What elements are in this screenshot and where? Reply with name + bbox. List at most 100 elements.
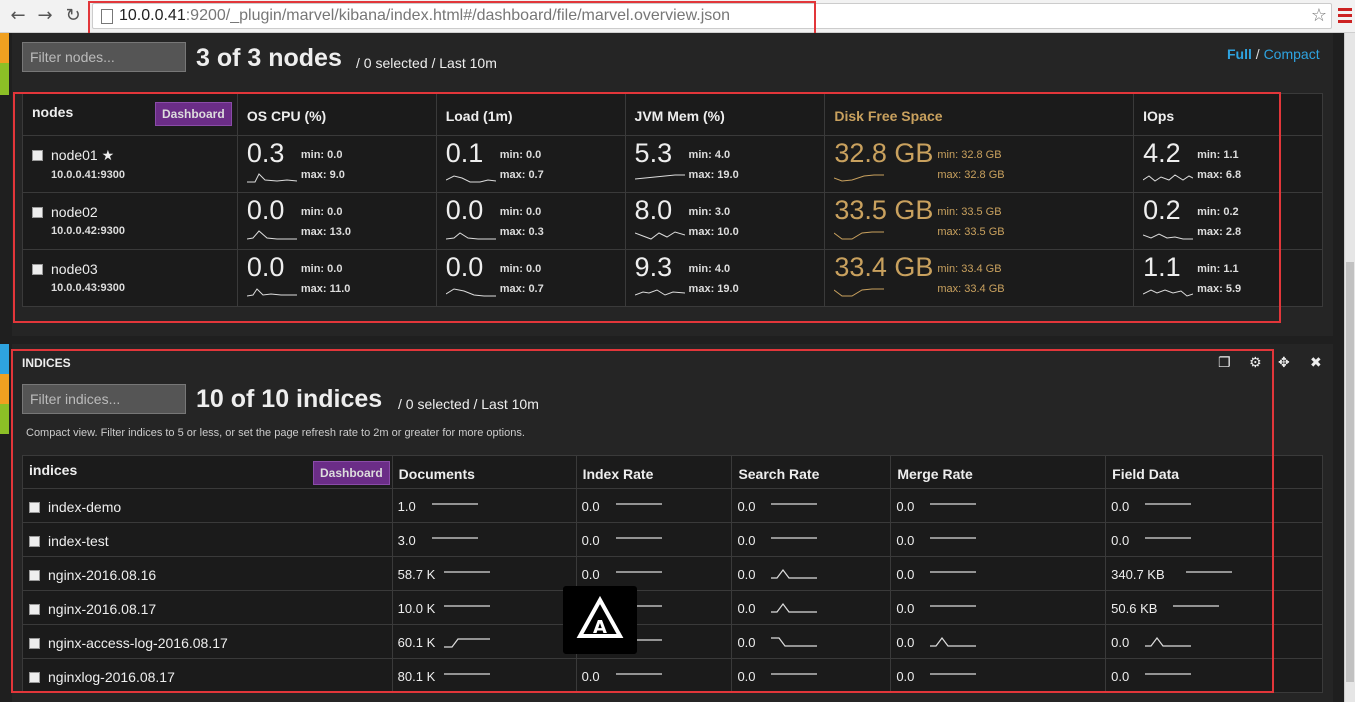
index-checkbox[interactable] [29, 502, 40, 513]
metric-max: max: 19.0 [688, 283, 739, 295]
documents-col-header[interactable]: Documents [391, 455, 577, 489]
metric-max: max: 10.0 [688, 226, 739, 238]
cell-value: 10.0 K [397, 601, 436, 616]
cell-value: 0.0 [737, 567, 756, 582]
duplicate-icon[interactable]: ❐ [1218, 355, 1231, 371]
field-data-col-header[interactable]: Field Data [1105, 455, 1323, 489]
index-checkbox[interactable] [29, 604, 40, 615]
index-name[interactable]: nginx-2016.08.17 [48, 601, 156, 617]
forward-arrow-icon[interactable]: → [33, 4, 57, 28]
node-name[interactable]: node03 [51, 261, 98, 277]
node-checkbox[interactable] [32, 150, 43, 161]
node-name-line: node03 [32, 261, 228, 277]
filter-nodes-input[interactable] [22, 42, 186, 72]
index-rate-col-header[interactable]: Index Rate [575, 455, 733, 489]
metric-max: max: 0.7 [499, 169, 544, 181]
index-name-cell: index-test [22, 522, 393, 557]
table-row[interactable]: nginx-2016.08.16 58.7 K 0.0 0.0 0.0 340.7 KB [22, 556, 1323, 591]
disk-col-header[interactable]: Disk Free Space [824, 93, 1135, 136]
sparkline [246, 288, 297, 297]
node-name[interactable]: node01 [51, 147, 98, 163]
gear-icon[interactable]: ⚙ [1249, 355, 1262, 371]
metric-min: min: 33.4 GB [937, 263, 1002, 275]
cell-value: 0.0 [1111, 533, 1130, 548]
table-row[interactable]: node01 ★ 10.0.0.41:9300 0.3 min: 0.0 max… [22, 135, 1323, 193]
node-checkbox[interactable] [32, 264, 43, 275]
index-checkbox[interactable] [29, 638, 40, 649]
cpu-cell: 0.3 min: 0.0 max: 9.0 [236, 135, 437, 193]
sparkline [930, 537, 977, 539]
search-rate-col-header[interactable]: Search Rate [731, 455, 892, 489]
table-row[interactable]: nginx-access-log-2016.08.17 60.1 K 0.0 0.0 0… [22, 624, 1323, 659]
node-checkbox[interactable] [32, 207, 43, 218]
cell-value: 1.0 [397, 499, 416, 514]
merge-rate-col-header[interactable]: Merge Rate [890, 455, 1107, 489]
index-name-cell: index-demo [22, 488, 393, 523]
address-bar[interactable]: 10.0.0.41:9200/_plugin/marvel/kibana/ind… [92, 3, 1332, 29]
node-name[interactable]: node02 [51, 204, 98, 220]
merge-rate-cell: 0.0 [890, 556, 1107, 591]
cpu-col-header[interactable]: OS CPU (%) [236, 93, 437, 136]
index-checkbox[interactable] [29, 536, 40, 547]
index-name[interactable]: nginx-2016.08.16 [48, 567, 156, 583]
cell-value: 0.0 [896, 601, 915, 616]
load-col-header[interactable]: Load (1m) [435, 93, 626, 136]
page-scrollbar-thumb[interactable] [1346, 262, 1354, 682]
field-data-cell: 0.0 [1105, 624, 1323, 659]
move-icon[interactable]: ✥ [1278, 355, 1290, 371]
cell-value: 0.0 [896, 567, 915, 582]
iops-col-header[interactable]: IOps [1133, 93, 1323, 136]
view-compact-link[interactable]: Compact [1264, 46, 1320, 62]
url-text[interactable]: 10.0.0.41:9200/_plugin/marvel/kibana/ind… [119, 7, 730, 25]
sparkline [246, 173, 297, 183]
cell-value: 0.0 [581, 533, 600, 548]
table-row[interactable]: nginx-2016.08.1710.0 K0.00.00.050.6 KB [22, 590, 1323, 625]
table-row[interactable]: index-demo 1.0 0.0 0.0 0.0 0.0 [22, 488, 1323, 523]
index-name[interactable]: nginx-access-log-2016.08.17 [48, 635, 228, 651]
metric-min: min: 0.0 [300, 206, 343, 218]
index-checkbox[interactable] [29, 672, 40, 683]
indices-col-header[interactable]: indices Dashboard [22, 455, 393, 489]
node-address: 10.0.0.43:9300 [51, 282, 126, 294]
cell-value: 0.0 [896, 499, 915, 514]
table-row[interactable]: node02 10.0.0.42:9300 0.0 min: 0.0 max: … [22, 192, 1323, 250]
index-name[interactable]: index-test [48, 533, 109, 549]
sparkline [1143, 289, 1194, 297]
metric-min: min: 33.5 GB [937, 206, 1002, 218]
indices-dashboard-button[interactable]: Dashboard [313, 461, 390, 485]
metric-min: min: 4.0 [688, 263, 731, 275]
metric-max: max: 13.0 [300, 226, 352, 238]
metric-min: min: 32.8 GB [937, 149, 1002, 161]
chrome-menu-icon[interactable] [1338, 8, 1352, 23]
metric-max: max: 33.5 GB [937, 226, 1005, 238]
sparkline [771, 673, 818, 675]
nodes-col-header[interactable]: nodes Dashboard [22, 93, 238, 136]
back-arrow-icon[interactable]: ← [6, 4, 30, 28]
view-full-link[interactable]: Full [1227, 46, 1252, 62]
close-icon[interactable]: ✖ [1310, 355, 1322, 371]
metric-min: min: 0.0 [499, 149, 542, 161]
jvm-col-header[interactable]: JVM Mem (%) [624, 93, 826, 136]
sparkline [634, 231, 685, 240]
metric-min: min: 1.1 [1197, 263, 1239, 275]
metric-min: min: 0.0 [300, 149, 343, 161]
cell-value: 0.0 [737, 669, 756, 684]
metric-min: min: 0.0 [499, 206, 542, 218]
table-row[interactable]: nginxlog-2016.08.17 80.1 K 0.0 0.0 0.0 0.0 [22, 658, 1323, 693]
index-name[interactable]: nginxlog-2016.08.17 [48, 669, 175, 685]
table-row[interactable]: index-test 3.0 0.0 0.0 0.0 0.0 [22, 522, 1323, 557]
sparkline [771, 603, 818, 613]
watermark-a-icon: A [576, 595, 624, 638]
sparkline [771, 503, 818, 505]
metric-value: 0.0 [445, 252, 484, 282]
filter-indices-input[interactable] [22, 384, 186, 414]
node-cell: node01 ★ 10.0.0.41:9300 [22, 135, 238, 193]
nodes-dashboard-button[interactable]: Dashboard [155, 102, 232, 126]
index-name[interactable]: index-demo [48, 499, 121, 515]
bookmark-star-icon[interactable]: ☆ [1311, 5, 1327, 26]
sparkline [443, 571, 490, 573]
metric-value: 0.2 [1143, 195, 1181, 225]
table-row[interactable]: node03 10.0.0.43:9300 0.0 min: 0.0 max: … [22, 249, 1323, 307]
reload-icon[interactable]: ↻ [61, 4, 85, 28]
index-checkbox[interactable] [29, 570, 40, 581]
